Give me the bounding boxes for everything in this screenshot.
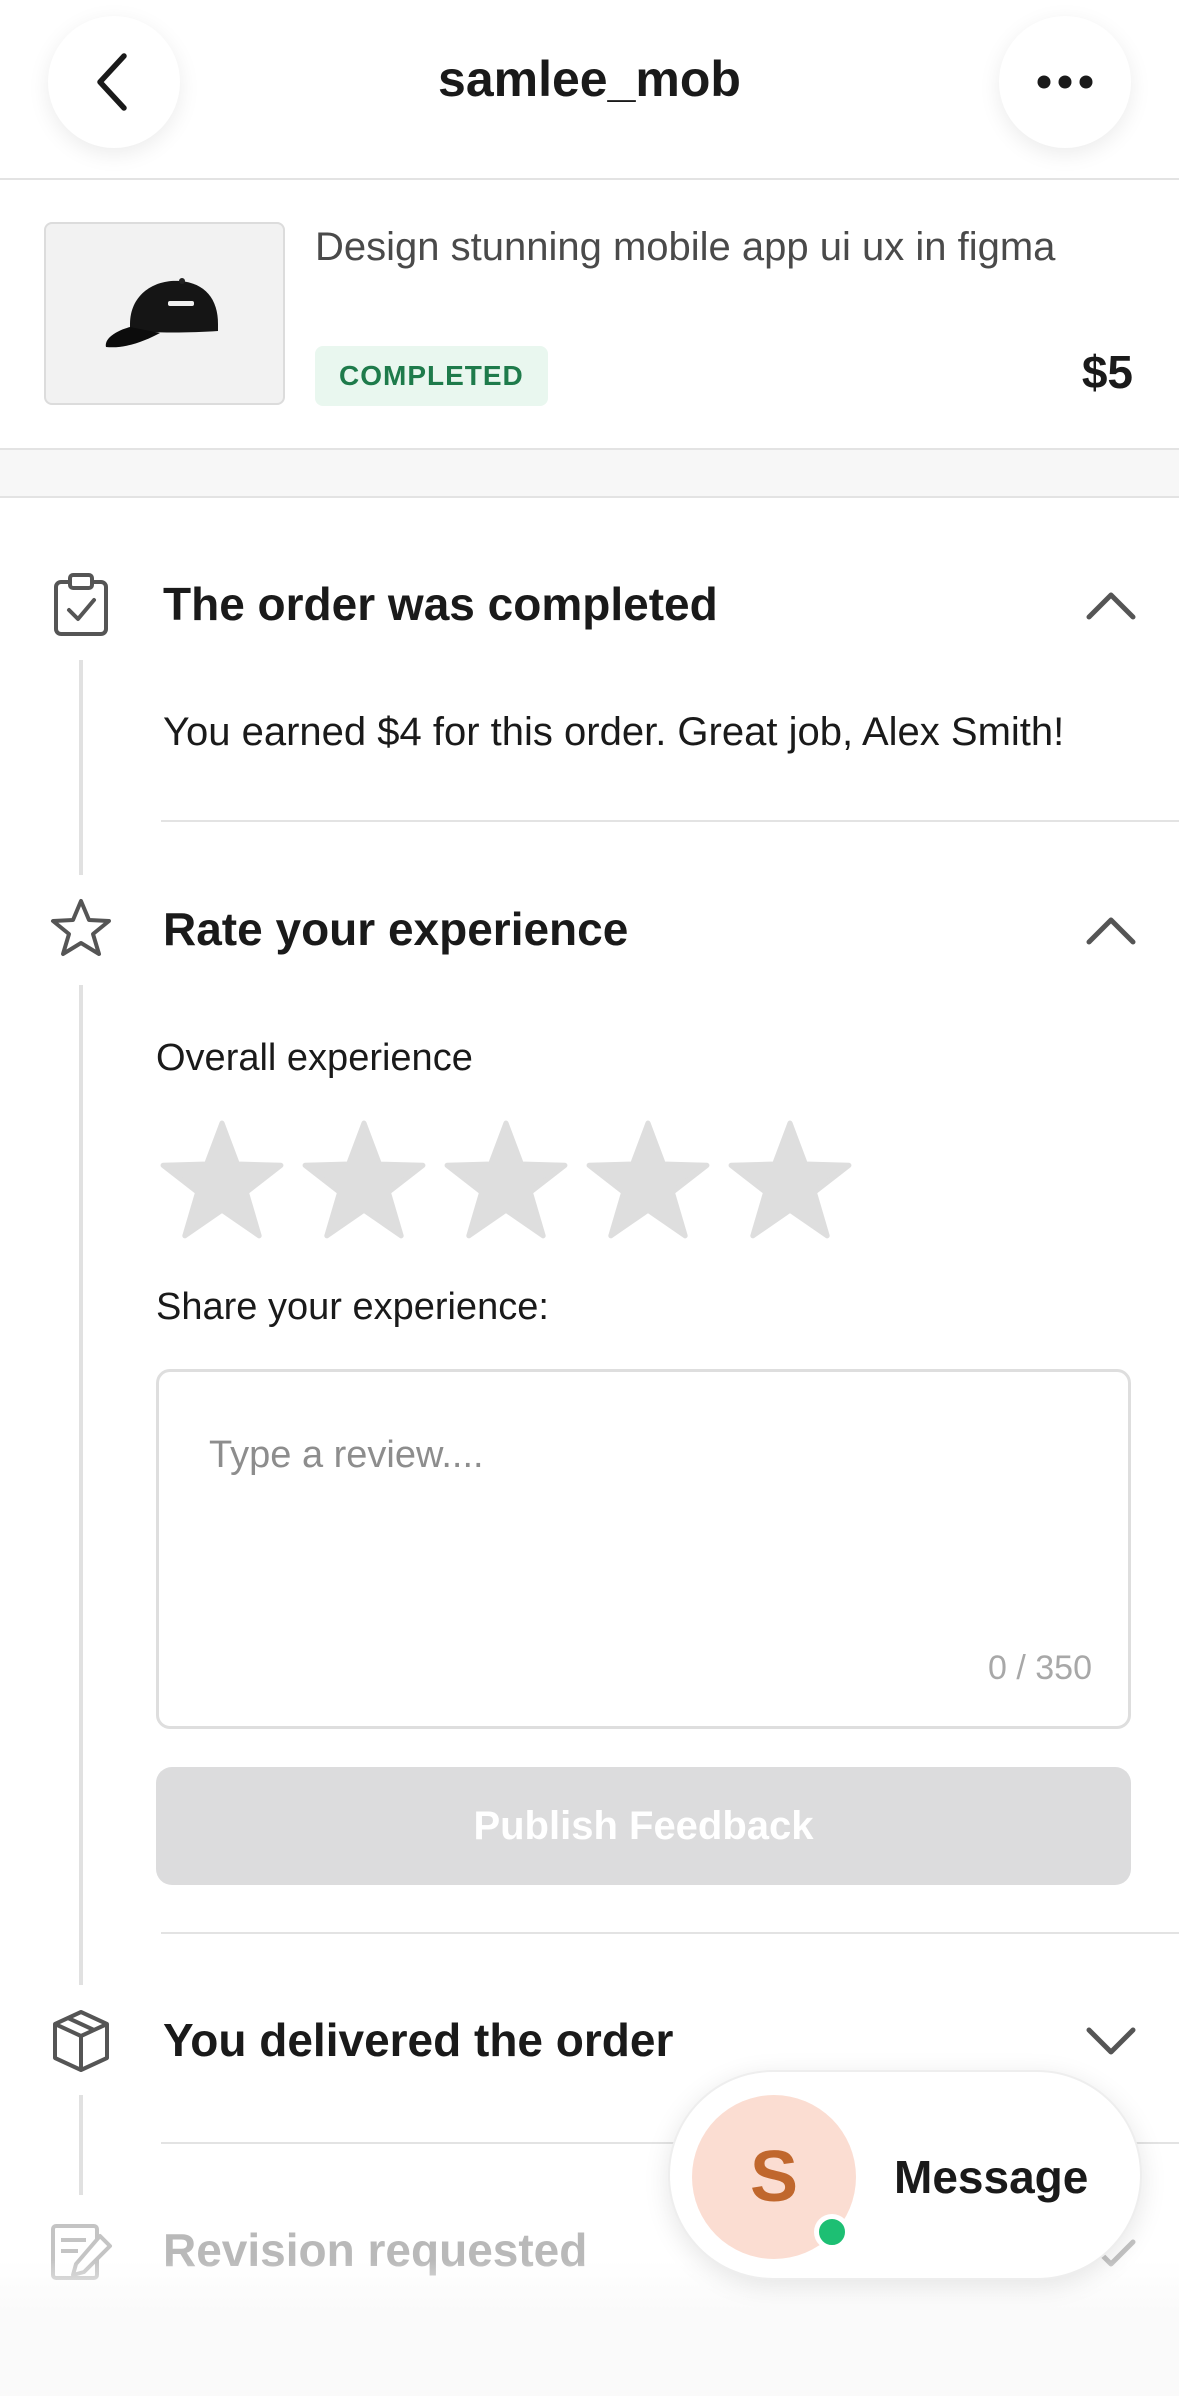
message-button[interactable]: S Message (668, 2070, 1142, 2280)
message-label: Message (894, 2151, 1089, 2203)
section-separator (0, 450, 1179, 498)
star-outline-icon (48, 895, 114, 961)
review-textarea[interactable]: Type a review.... 0 / 350 (156, 1369, 1131, 1729)
more-horizontal-icon (1037, 75, 1093, 89)
star-icon[interactable] (158, 1118, 286, 1246)
order-summary[interactable]: Design stunning mobile app ui ux in figm… (0, 180, 1179, 450)
publish-feedback-button[interactable]: Publish Feedback (156, 1767, 1131, 1885)
delivered-order-title[interactable]: You delivered the order (163, 2013, 673, 2067)
overall-experience-label: Overall experience (156, 1037, 473, 1079)
star-icon[interactable] (584, 1118, 712, 1246)
status-badge: COMPLETED (315, 346, 548, 406)
share-experience-label: Share your experience: (156, 1286, 549, 1328)
divider (161, 1932, 1179, 1934)
divider (161, 820, 1179, 822)
order-price: $5 (1081, 346, 1133, 398)
rate-experience-title[interactable]: Rate your experience (163, 902, 628, 956)
star-icon[interactable] (300, 1118, 428, 1246)
timeline-connector (79, 985, 83, 1985)
timeline-connector (79, 2095, 83, 2195)
gig-title[interactable]: Design stunning mobile app ui ux in figm… (315, 225, 1055, 270)
earnings-message: You earned $4 for this order. Great job,… (163, 710, 1065, 754)
review-placeholder: Type a review.... (209, 1434, 484, 1476)
star-icon[interactable] (442, 1118, 570, 1246)
cap-image (105, 277, 218, 347)
chevron-up-icon[interactable] (1083, 910, 1139, 950)
online-status-indicator (814, 2214, 850, 2250)
chevron-up-icon[interactable] (1083, 585, 1139, 625)
star-rating[interactable] (158, 1118, 854, 1246)
bottom-fade (0, 2260, 1179, 2396)
order-completed-title[interactable]: The order was completed (163, 577, 718, 631)
gig-thumbnail (44, 222, 285, 405)
chevron-down-icon[interactable] (1083, 2020, 1139, 2060)
star-icon[interactable] (726, 1118, 854, 1246)
clipboard-check-icon (48, 572, 114, 638)
header: samlee_mob (0, 0, 1179, 180)
timeline-connector (79, 660, 83, 875)
character-count: 0 / 350 (988, 1649, 1092, 1687)
package-icon (48, 2008, 114, 2074)
more-options-button[interactable] (999, 16, 1131, 148)
